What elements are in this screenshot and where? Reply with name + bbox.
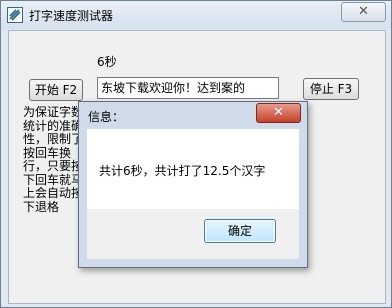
app-logo-icon bbox=[7, 7, 23, 23]
ok-button[interactable]: 确定 bbox=[204, 219, 276, 243]
typing-text-field[interactable]: 东坡下载欢迎你！达到案的 bbox=[97, 77, 279, 99]
start-button[interactable]: 开始 F2 bbox=[29, 79, 83, 101]
instruction-line: 为保证字数 bbox=[23, 106, 83, 119]
window-close-button[interactable]: ✕ bbox=[341, 2, 386, 22]
instruction-line: 按回车换 bbox=[23, 145, 72, 160]
window-title: 打字速度测试器 bbox=[29, 9, 114, 23]
info-dialog: 信息： ✕ 共计6秒，共计打了12.5个汉字 确定 bbox=[78, 101, 308, 268]
instruction-line: 下退格 bbox=[23, 199, 60, 214]
close-icon: ✕ bbox=[358, 4, 369, 19]
title-bar: 打字速度测试器 ✕ bbox=[1, 1, 391, 29]
stop-button[interactable]: 停止 F3 bbox=[303, 78, 359, 100]
instruction-line: 性，限制了 bbox=[23, 132, 83, 146]
dialog-close-button[interactable]: ✕ bbox=[256, 103, 301, 123]
instructions-text: 为保证字数 统计的准确 性，限制了 按回车换 行，只要按 下回车就马 上会自动按… bbox=[23, 106, 83, 216]
elapsed-time-label: 6秒 bbox=[97, 55, 117, 69]
dialog-footer: 确定 bbox=[87, 209, 299, 259]
dialog-body: 共计6秒，共计打了12.5个汉字 bbox=[87, 129, 299, 209]
dialog-message: 共计6秒，共计打了12.5个汉字 bbox=[99, 164, 266, 178]
instruction-line: 下回车就马 bbox=[23, 172, 83, 187]
instruction-line: 统计的准确 bbox=[23, 118, 83, 133]
instruction-line: 行，只要按 bbox=[23, 159, 83, 173]
instruction-line: 上会自动按 bbox=[23, 186, 83, 200]
dialog-title: 信息： bbox=[88, 110, 125, 124]
close-icon: ✕ bbox=[273, 105, 284, 120]
